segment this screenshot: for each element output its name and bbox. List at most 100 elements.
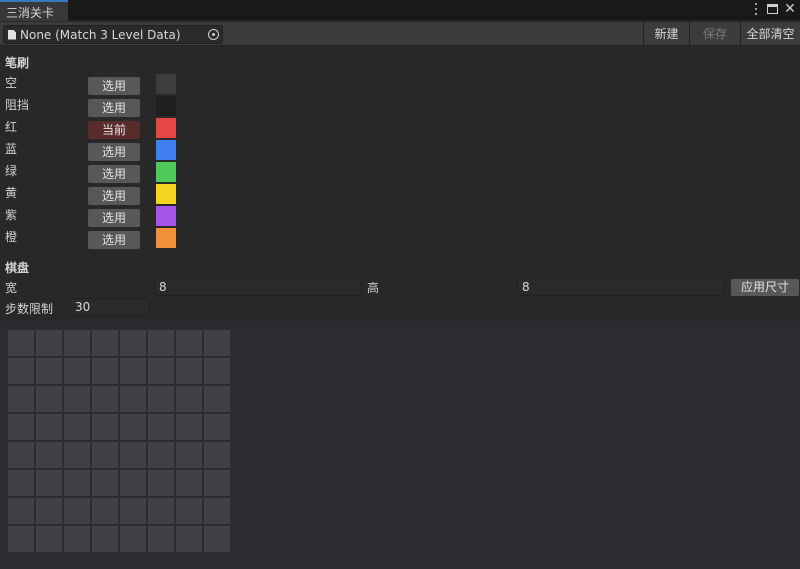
- level-data-object-field[interactable]: None (Match 3 Level Data): [3, 25, 223, 44]
- brush-label: 空: [5, 76, 18, 90]
- toolbar: None (Match 3 Level Data) 新建 保存 全部清空: [0, 22, 800, 46]
- brush-select-button[interactable]: 选用: [87, 76, 141, 96]
- grid-cell[interactable]: [204, 498, 230, 524]
- grid-cell[interactable]: [92, 358, 118, 384]
- brush-select-button[interactable]: 选用: [87, 142, 141, 162]
- grid-cell[interactable]: [176, 442, 202, 468]
- brush-select-button[interactable]: 选用: [87, 98, 141, 118]
- grid-cell[interactable]: [92, 498, 118, 524]
- more-options-icon[interactable]: [751, 2, 761, 16]
- brush-select-button[interactable]: 选用: [87, 208, 141, 228]
- grid-cell[interactable]: [92, 414, 118, 440]
- grid-cell[interactable]: [120, 470, 146, 496]
- grid-cell[interactable]: [8, 330, 34, 356]
- grid-cell[interactable]: [92, 330, 118, 356]
- grid-cell[interactable]: [204, 442, 230, 468]
- window-controls: ✕: [751, 2, 796, 16]
- grid-cell[interactable]: [120, 414, 146, 440]
- brush-color-swatch: [156, 228, 176, 248]
- grid-cell[interactable]: [204, 470, 230, 496]
- grid-cell[interactable]: [36, 442, 62, 468]
- brush-row: 空 选用: [0, 74, 200, 96]
- grid-cell[interactable]: [148, 442, 174, 468]
- grid-cell[interactable]: [92, 386, 118, 412]
- grid-cell[interactable]: [64, 498, 90, 524]
- grid-cell[interactable]: [36, 526, 62, 552]
- grid-cell[interactable]: [176, 330, 202, 356]
- grid-cell[interactable]: [36, 414, 62, 440]
- object-picker-icon[interactable]: [208, 29, 219, 40]
- grid-cell[interactable]: [64, 414, 90, 440]
- grid-cell[interactable]: [120, 358, 146, 384]
- grid-cell[interactable]: [176, 386, 202, 412]
- grid-cell[interactable]: [176, 498, 202, 524]
- grid-cell[interactable]: [176, 358, 202, 384]
- brush-select-button[interactable]: 选用: [87, 164, 141, 184]
- grid-cell[interactable]: [64, 386, 90, 412]
- grid-cell[interactable]: [120, 330, 146, 356]
- grid-cell[interactable]: [176, 526, 202, 552]
- grid-cell[interactable]: [64, 330, 90, 356]
- grid-cell[interactable]: [64, 526, 90, 552]
- brush-select-button[interactable]: 选用: [87, 230, 141, 250]
- brush-label: 黄: [5, 186, 18, 200]
- grid-cell[interactable]: [36, 498, 62, 524]
- grid-cell[interactable]: [64, 442, 90, 468]
- board-grid-area: [0, 321, 800, 569]
- brush-color-swatch: [156, 162, 176, 182]
- height-field[interactable]: 8: [517, 278, 725, 296]
- grid-cell[interactable]: [148, 330, 174, 356]
- width-field[interactable]: 8: [154, 278, 362, 296]
- maximize-icon[interactable]: [767, 4, 778, 14]
- grid-cell[interactable]: [8, 526, 34, 552]
- grid-cell[interactable]: [8, 358, 34, 384]
- grid-cell[interactable]: [204, 526, 230, 552]
- grid-cell[interactable]: [36, 470, 62, 496]
- steps-limit-field[interactable]: 30: [70, 298, 150, 316]
- grid-cell[interactable]: [148, 526, 174, 552]
- apply-size-button[interactable]: 应用尺寸: [730, 278, 800, 297]
- grid-cell[interactable]: [204, 414, 230, 440]
- grid-cell[interactable]: [148, 358, 174, 384]
- grid-cell[interactable]: [8, 470, 34, 496]
- grid-cell[interactable]: [92, 526, 118, 552]
- grid-cell[interactable]: [120, 498, 146, 524]
- brush-label: 阻挡: [5, 98, 30, 112]
- grid-cell[interactable]: [176, 470, 202, 496]
- grid-cell[interactable]: [204, 386, 230, 412]
- grid-cell[interactable]: [8, 442, 34, 468]
- grid-cell[interactable]: [36, 386, 62, 412]
- grid-cell[interactable]: [148, 470, 174, 496]
- grid-cell[interactable]: [92, 470, 118, 496]
- grid-cell[interactable]: [148, 386, 174, 412]
- grid-cell[interactable]: [120, 386, 146, 412]
- grid-cell[interactable]: [120, 442, 146, 468]
- grid-cell[interactable]: [8, 498, 34, 524]
- new-button[interactable]: 新建: [643, 22, 689, 46]
- brush-section-title: 笔刷: [5, 56, 30, 70]
- grid-cell[interactable]: [204, 358, 230, 384]
- grid-cell[interactable]: [36, 330, 62, 356]
- grid-cell[interactable]: [120, 526, 146, 552]
- brush-current-button[interactable]: 当前: [87, 120, 141, 140]
- grid-cell[interactable]: [64, 470, 90, 496]
- brush-select-button[interactable]: 选用: [87, 186, 141, 206]
- save-button[interactable]: 保存: [689, 22, 740, 46]
- grid-cell[interactable]: [148, 498, 174, 524]
- grid-cell[interactable]: [204, 330, 230, 356]
- grid-cell[interactable]: [176, 414, 202, 440]
- brush-row: 紫 选用: [0, 206, 200, 228]
- brush-color-swatch: [156, 96, 176, 116]
- grid-cell[interactable]: [92, 442, 118, 468]
- grid-cell[interactable]: [8, 386, 34, 412]
- grid-cell[interactable]: [64, 358, 90, 384]
- brush-row: 黄 选用: [0, 184, 200, 206]
- close-icon[interactable]: ✕: [784, 2, 796, 16]
- grid-cell[interactable]: [36, 358, 62, 384]
- brush-label: 红: [5, 120, 18, 134]
- tab-match3-level[interactable]: 三消关卡: [0, 0, 68, 21]
- width-label: 宽: [5, 281, 18, 295]
- clear-all-button[interactable]: 全部清空: [740, 22, 800, 46]
- grid-cell[interactable]: [8, 414, 34, 440]
- grid-cell[interactable]: [148, 414, 174, 440]
